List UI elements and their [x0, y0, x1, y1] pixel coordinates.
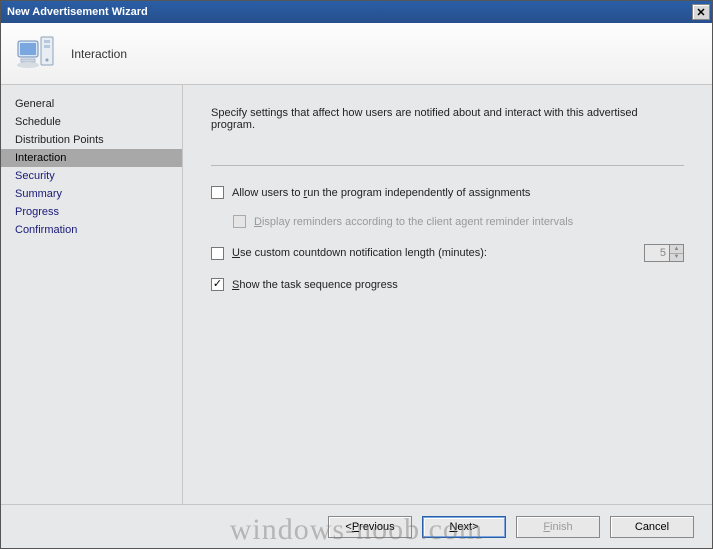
wizard-body: General Schedule Distribution Points Int… [1, 85, 712, 504]
spinner-up-icon: ▲ [670, 245, 683, 254]
window-title: New Advertisement Wizard [7, 6, 148, 18]
sidebar-item-summary[interactable]: Summary [1, 185, 182, 203]
sidebar-item-confirmation[interactable]: Confirmation [1, 221, 182, 239]
checkbox-custom-countdown[interactable] [211, 247, 224, 260]
separator [211, 165, 684, 166]
sidebar: General Schedule Distribution Points Int… [1, 85, 183, 504]
sidebar-item-schedule[interactable]: Schedule [1, 113, 182, 131]
close-button[interactable]: ✕ [692, 4, 710, 20]
cancel-button[interactable]: Cancel [610, 516, 694, 538]
wizard-window: New Advertisement Wizard ✕ Interaction G… [0, 0, 713, 549]
row-display-reminders: Display reminders according to the clien… [233, 215, 684, 228]
label-display-reminders: Display reminders according to the clien… [254, 216, 573, 228]
countdown-spinner: ▲ ▼ [644, 244, 684, 262]
spinner-arrows: ▲ ▼ [670, 244, 684, 262]
sidebar-item-security[interactable]: Security [1, 167, 182, 185]
wizard-header: Interaction [1, 23, 712, 85]
row-allow-run: Allow users to run the program independe… [211, 186, 684, 199]
row-show-progress: Show the task sequence progress [211, 278, 684, 291]
label-custom-countdown: Use custom countdown notification length… [232, 247, 487, 259]
computer-icon [15, 33, 57, 75]
content-pane: Specify settings that affect how users a… [183, 85, 712, 504]
row-custom-countdown: Use custom countdown notification length… [211, 244, 684, 262]
checkbox-display-reminders [233, 215, 246, 228]
sidebar-item-progress[interactable]: Progress [1, 203, 182, 221]
finish-button: Finish [516, 516, 600, 538]
checkbox-allow-run[interactable] [211, 186, 224, 199]
countdown-value [644, 244, 670, 262]
close-icon: ✕ [696, 6, 705, 19]
label-show-progress: Show the task sequence progress [232, 279, 398, 291]
page-title: Interaction [71, 47, 127, 61]
next-button[interactable]: Next > [422, 516, 506, 538]
sidebar-item-interaction[interactable]: Interaction [1, 149, 182, 167]
checkbox-show-progress[interactable] [211, 278, 224, 291]
footer: < Previous Next > Finish Cancel [1, 504, 712, 548]
previous-button[interactable]: < Previous [328, 516, 412, 538]
titlebar: New Advertisement Wizard ✕ [1, 1, 712, 23]
spinner-down-icon: ▼ [670, 254, 683, 262]
sidebar-item-general[interactable]: General [1, 95, 182, 113]
label-allow-run: Allow users to run the program independe… [232, 187, 530, 199]
instruction-text: Specify settings that affect how users a… [211, 107, 684, 131]
sidebar-item-distribution-points[interactable]: Distribution Points [1, 131, 182, 149]
